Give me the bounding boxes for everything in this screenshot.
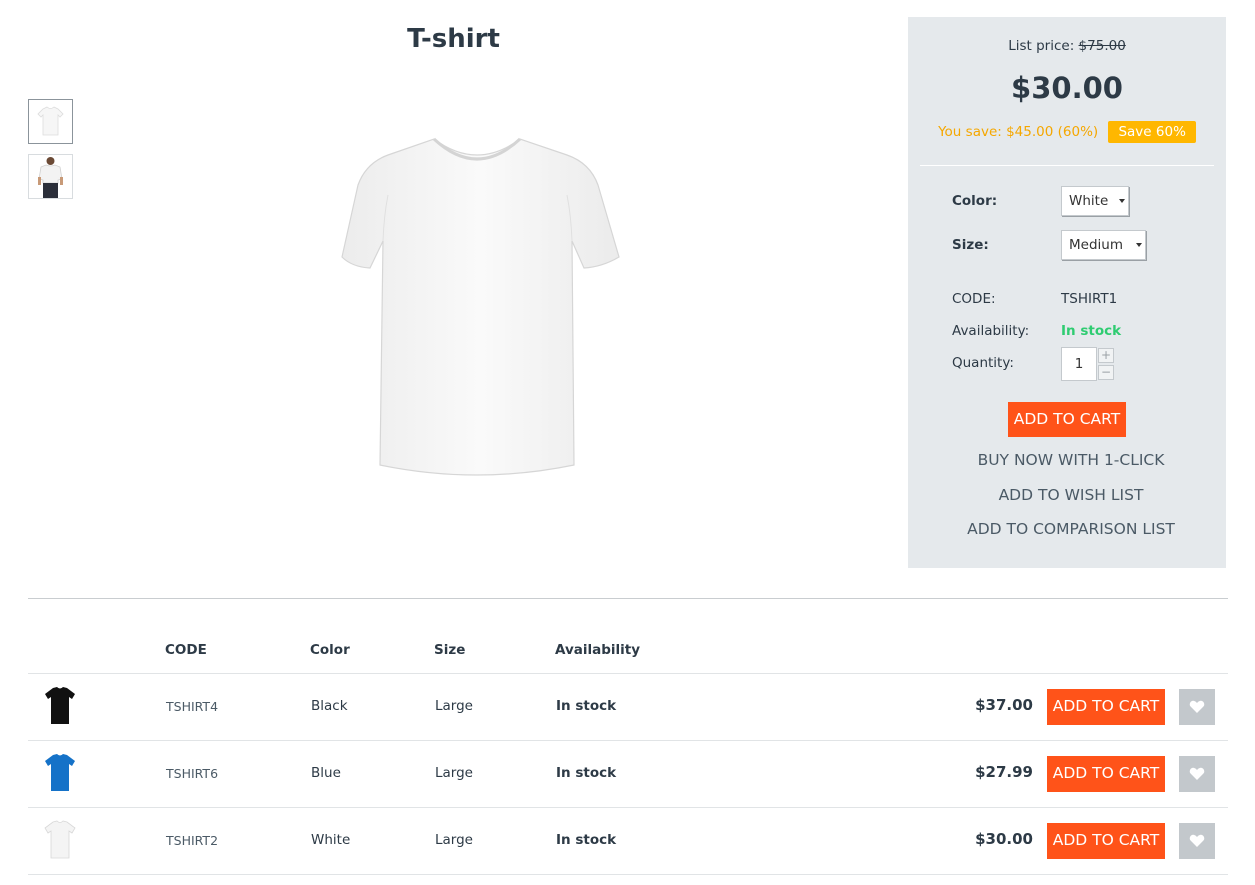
variant-code[interactable]: TSHIRT4 — [166, 699, 218, 714]
chevron-down-icon — [1119, 199, 1125, 203]
quantity-label: Quantity: — [952, 355, 1014, 371]
column-header-code: CODE — [165, 642, 207, 658]
white-tshirt-icon — [341, 137, 620, 476]
black-tshirt-icon — [45, 687, 75, 724]
availability-label: Availability: — [952, 323, 1030, 339]
quantity-increase-button[interactable]: + — [1098, 348, 1114, 363]
save-badge: Save 60% — [1108, 121, 1196, 143]
heart-icon — [1189, 767, 1205, 780]
model-tshirt-icon — [38, 157, 63, 198]
thumbnail-front[interactable] — [28, 99, 73, 144]
column-header-size: Size — [434, 642, 466, 658]
wishlist-button[interactable] — [1179, 756, 1215, 792]
row-divider — [28, 874, 1228, 875]
chevron-down-icon — [1136, 243, 1142, 247]
list-price-label: List price: — [1008, 38, 1075, 54]
section-divider — [28, 598, 1228, 599]
size-select[interactable]: Medium — [1061, 230, 1146, 260]
variant-color: White — [311, 832, 351, 848]
blue-tshirt-icon — [45, 754, 75, 791]
color-select-value: White — [1069, 193, 1109, 209]
row-divider — [28, 807, 1228, 808]
list-price-value: $75.00 — [1078, 38, 1126, 54]
list-price: List price: $75.00 — [908, 38, 1226, 54]
variant-price: $27.99 — [975, 763, 1033, 781]
add-to-cart-button[interactable]: ADD TO CART — [1047, 689, 1165, 725]
variant-availability: In stock — [556, 698, 617, 714]
white-tshirt-icon — [37, 106, 64, 136]
column-header-availability: Availability — [555, 642, 641, 658]
availability-value: In stock — [1061, 323, 1122, 339]
quantity-input[interactable]: 1 — [1061, 347, 1097, 381]
add-to-comparison-link[interactable]: ADD TO COMPARISON LIST — [908, 520, 1234, 538]
main-product-image[interactable] — [322, 125, 632, 495]
variant-color: Black — [311, 698, 348, 714]
variant-price: $30.00 — [975, 830, 1033, 848]
variant-code[interactable]: TSHIRT2 — [166, 833, 218, 848]
add-to-cart-button[interactable]: ADD TO CART — [1047, 823, 1165, 859]
buy-now-link[interactable]: BUY NOW WITH 1-CLICK — [908, 451, 1234, 469]
variant-size: Large — [435, 698, 473, 714]
heart-icon — [1189, 700, 1205, 713]
you-save-text: You save: $45.00 (60%) — [938, 124, 1099, 140]
add-to-wish-list-link[interactable]: ADD TO WISH LIST — [908, 486, 1234, 504]
variant-availability: In stock — [556, 765, 617, 781]
variant-color: Blue — [311, 765, 341, 781]
quantity-decrease-button[interactable]: − — [1098, 365, 1114, 380]
size-select-value: Medium — [1069, 237, 1123, 253]
purchase-panel: List price: $75.00 $30.00 You save: $45.… — [908, 17, 1226, 568]
color-select[interactable]: White — [1061, 186, 1129, 216]
divider — [920, 165, 1214, 166]
variant-size: Large — [435, 832, 473, 848]
row-divider — [28, 673, 1228, 674]
add-to-cart-button[interactable]: ADD TO CART — [1047, 756, 1165, 792]
code-label: CODE: — [952, 291, 996, 307]
column-header-color: Color — [310, 642, 350, 658]
product-title: T-shirt — [407, 24, 500, 54]
variant-code[interactable]: TSHIRT6 — [166, 766, 218, 781]
row-divider — [28, 740, 1228, 741]
heart-icon — [1189, 834, 1205, 847]
thumbnail-model[interactable] — [28, 154, 73, 199]
wishlist-button[interactable] — [1179, 823, 1215, 859]
variant-price: $37.00 — [975, 696, 1033, 714]
white-tshirt-icon — [44, 820, 76, 859]
variant-availability: In stock — [556, 832, 617, 848]
code-value: TSHIRT1 — [1061, 291, 1118, 307]
color-label: Color: — [952, 193, 998, 209]
add-to-cart-button[interactable]: ADD TO CART — [1008, 402, 1126, 437]
variant-size: Large — [435, 765, 473, 781]
savings-row: You save: $45.00 (60%) Save 60% — [908, 121, 1226, 143]
size-label: Size: — [952, 237, 989, 253]
product-price: $30.00 — [1011, 71, 1123, 105]
wishlist-button[interactable] — [1179, 689, 1215, 725]
